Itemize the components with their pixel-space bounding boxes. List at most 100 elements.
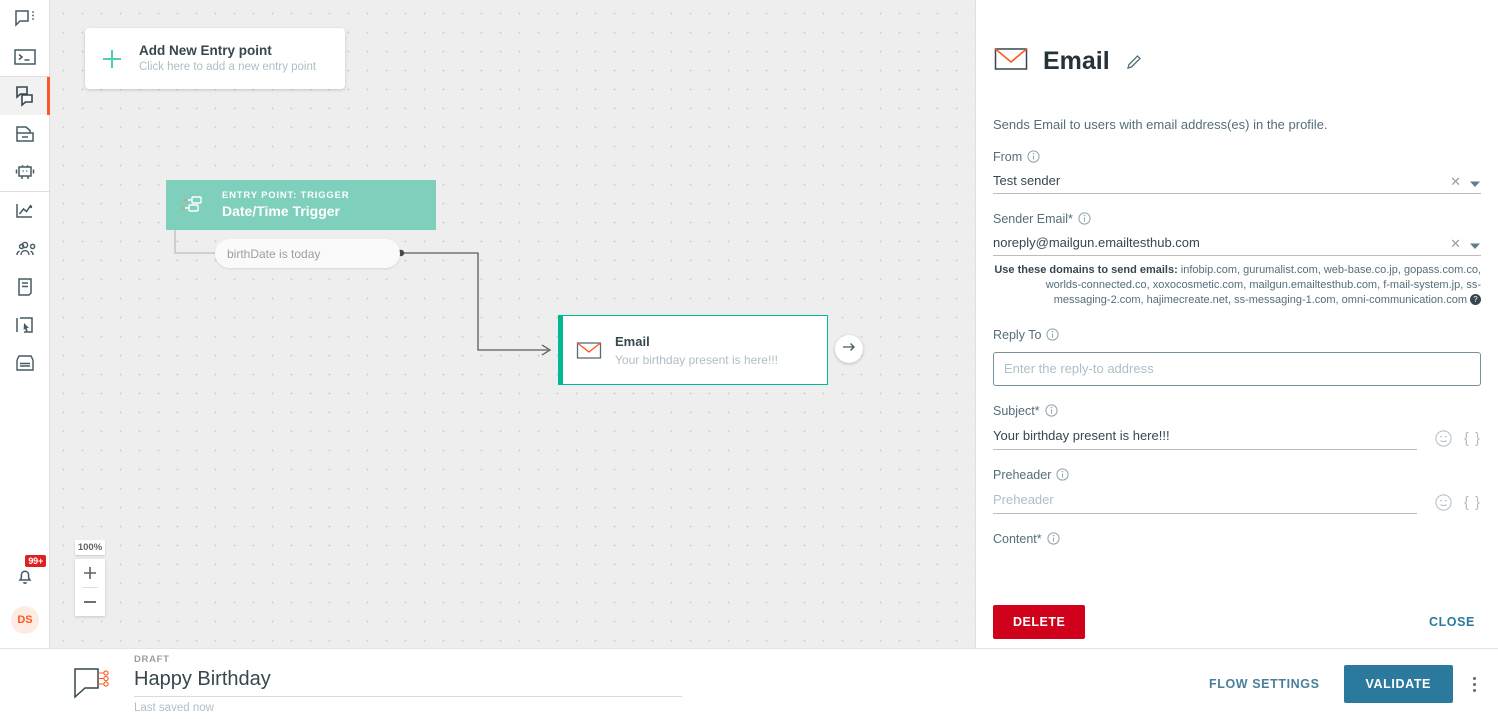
edit-pencil-icon[interactable] bbox=[1126, 53, 1143, 70]
avatar[interactable]: DS bbox=[11, 606, 39, 634]
sender-email-select[interactable]: noreply@mailgun.emailtesthub.com ✕ bbox=[993, 235, 1481, 256]
flow-connectors bbox=[50, 0, 975, 648]
sidebar-item-flows[interactable] bbox=[0, 77, 50, 115]
sender-domains-hint-strong: Use these domains to send emails: bbox=[994, 264, 1177, 276]
panel-header: Email bbox=[993, 0, 1481, 93]
more-options-icon[interactable] bbox=[1473, 677, 1476, 692]
add-entry-point-card[interactable]: Add New Entry point Click here to add a … bbox=[85, 28, 345, 89]
info-icon[interactable] bbox=[1027, 150, 1040, 163]
from-select[interactable]: Test sender ✕ bbox=[993, 173, 1481, 194]
sidebar-item-people[interactable] bbox=[0, 230, 50, 268]
notifications-button[interactable]: 99+ bbox=[5, 558, 45, 598]
sidebar-item-terminal[interactable] bbox=[0, 38, 50, 76]
plus-icon bbox=[85, 46, 139, 72]
zoom-controls: 100% bbox=[75, 540, 105, 616]
chevron-down-icon[interactable] bbox=[1469, 242, 1481, 250]
email-node-subtitle: Your birthday present is here!!! bbox=[615, 352, 778, 368]
info-icon[interactable] bbox=[1056, 468, 1069, 481]
sidebar-item-conversations[interactable] bbox=[0, 0, 50, 38]
svg-text:?: ? bbox=[1473, 295, 1478, 304]
preheader-label-text: Preheader bbox=[993, 468, 1051, 482]
sidebar-item-store[interactable] bbox=[0, 344, 50, 382]
field-subject: Subject* Your birthday present is here!!… bbox=[993, 404, 1481, 450]
content-label: Content* bbox=[993, 532, 1481, 546]
app-root: 99+ DS Add New Entry point Click here to… bbox=[0, 0, 1498, 719]
subject-tools: { } bbox=[1417, 430, 1481, 450]
robot-icon bbox=[14, 162, 36, 182]
panel-actions: DELETE CLOSE bbox=[976, 595, 1498, 648]
envelope-icon bbox=[563, 339, 615, 361]
notification-badge: 99+ bbox=[25, 555, 46, 567]
help-icon[interactable]: ? bbox=[1470, 294, 1481, 310]
zoom-in-button[interactable] bbox=[75, 559, 105, 587]
panel-scroll-area[interactable]: Email Sends Email to users with email ad… bbox=[976, 0, 1498, 595]
status-badge: DRAFT bbox=[134, 654, 682, 666]
zoom-out-button[interactable] bbox=[75, 588, 105, 616]
sidebar-item-analytics[interactable] bbox=[0, 192, 50, 230]
emoji-icon[interactable] bbox=[1435, 430, 1452, 447]
chevron-down-icon[interactable] bbox=[1469, 180, 1481, 188]
subject-row: Your birthday present is here!!! { } bbox=[993, 428, 1481, 450]
variable-braces-icon[interactable]: { } bbox=[1464, 430, 1481, 447]
subject-input[interactable]: Your birthday present is here!!! bbox=[993, 428, 1417, 450]
preheader-input[interactable]: Preheader bbox=[993, 492, 1417, 514]
bottom-bar: DRAFT Happy Birthday Last saved now FLOW… bbox=[0, 648, 1498, 719]
storefront-icon bbox=[14, 353, 36, 373]
flow-canvas[interactable]: Add New Entry point Click here to add a … bbox=[50, 0, 975, 648]
zoom-buttons bbox=[75, 559, 105, 616]
emoji-icon[interactable] bbox=[1435, 494, 1452, 511]
preheader-label: Preheader bbox=[993, 468, 1481, 482]
from-label: From bbox=[993, 150, 1481, 164]
book-icon bbox=[15, 277, 35, 297]
envelope-icon bbox=[993, 45, 1029, 78]
flow-meta: DRAFT Happy Birthday Last saved now bbox=[134, 654, 682, 714]
trigger-node-title: Date/Time Trigger bbox=[222, 202, 349, 220]
clear-icon[interactable]: ✕ bbox=[1442, 237, 1469, 250]
sidebar-item-bots[interactable] bbox=[0, 153, 50, 191]
trigger-node-kicker: ENTRY POINT: TRIGGER bbox=[222, 190, 349, 202]
form-cursor-icon bbox=[14, 315, 36, 335]
datetime-trigger-icon bbox=[166, 194, 222, 216]
email-node-title: Email bbox=[615, 333, 778, 350]
info-icon[interactable] bbox=[1078, 212, 1091, 225]
from-label-text: From bbox=[993, 150, 1022, 164]
info-icon[interactable] bbox=[1046, 328, 1059, 341]
email-settings-panel: Email Sends Email to users with email ad… bbox=[975, 0, 1498, 648]
field-from: From Test sender ✕ bbox=[993, 150, 1481, 194]
sidebar-item-forms[interactable] bbox=[0, 306, 50, 344]
add-entry-point-subtitle: Click here to add a new entry point bbox=[139, 60, 316, 75]
flow-name-input[interactable]: Happy Birthday bbox=[134, 666, 682, 697]
zoom-level-label: 100% bbox=[75, 540, 105, 555]
email-node[interactable]: Email Your birthday present is here!!! bbox=[558, 315, 828, 385]
content-label-text: Content* bbox=[993, 532, 1042, 546]
info-icon[interactable] bbox=[1045, 404, 1058, 417]
clear-icon[interactable]: ✕ bbox=[1442, 175, 1469, 188]
sidebar-item-content[interactable] bbox=[0, 268, 50, 306]
add-next-step-button[interactable] bbox=[835, 335, 863, 363]
field-reply-to: Reply To Enter the reply-to address bbox=[993, 328, 1481, 386]
close-button[interactable]: CLOSE bbox=[1423, 614, 1481, 630]
people-icon bbox=[13, 239, 37, 259]
page-title: Email bbox=[1043, 47, 1110, 76]
from-value: Test sender bbox=[993, 173, 1442, 188]
sidebar-item-broadcast[interactable] bbox=[0, 115, 50, 153]
delete-button[interactable]: DELETE bbox=[993, 605, 1085, 639]
rail-bottom-group: 99+ DS bbox=[0, 558, 50, 648]
variable-braces-icon[interactable]: { } bbox=[1464, 494, 1481, 511]
sender-email-value: noreply@mailgun.emailtesthub.com bbox=[993, 235, 1442, 250]
sender-domains-hint: Use these domains to send emails: infobi… bbox=[993, 263, 1481, 310]
condition-pill[interactable]: birthDate is today bbox=[215, 239, 400, 268]
field-sender-email: Sender Email* noreply@mailgun.emailtesth… bbox=[993, 212, 1481, 310]
rail-group-channels bbox=[0, 77, 49, 191]
reply-to-input[interactable]: Enter the reply-to address bbox=[993, 352, 1481, 386]
flow-settings-button[interactable]: FLOW SETTINGS bbox=[1195, 667, 1334, 701]
validate-button[interactable]: VALIDATE bbox=[1344, 665, 1453, 703]
reply-to-label-text: Reply To bbox=[993, 328, 1041, 342]
subject-label-text: Subject* bbox=[993, 404, 1040, 418]
terminal-icon bbox=[13, 48, 37, 66]
flow-icon bbox=[72, 666, 112, 702]
info-icon[interactable] bbox=[1047, 532, 1060, 545]
trigger-node[interactable]: ENTRY POINT: TRIGGER Date/Time Trigger bbox=[166, 180, 436, 230]
subject-label: Subject* bbox=[993, 404, 1481, 418]
panel-description: Sends Email to users with email address(… bbox=[993, 117, 1481, 132]
